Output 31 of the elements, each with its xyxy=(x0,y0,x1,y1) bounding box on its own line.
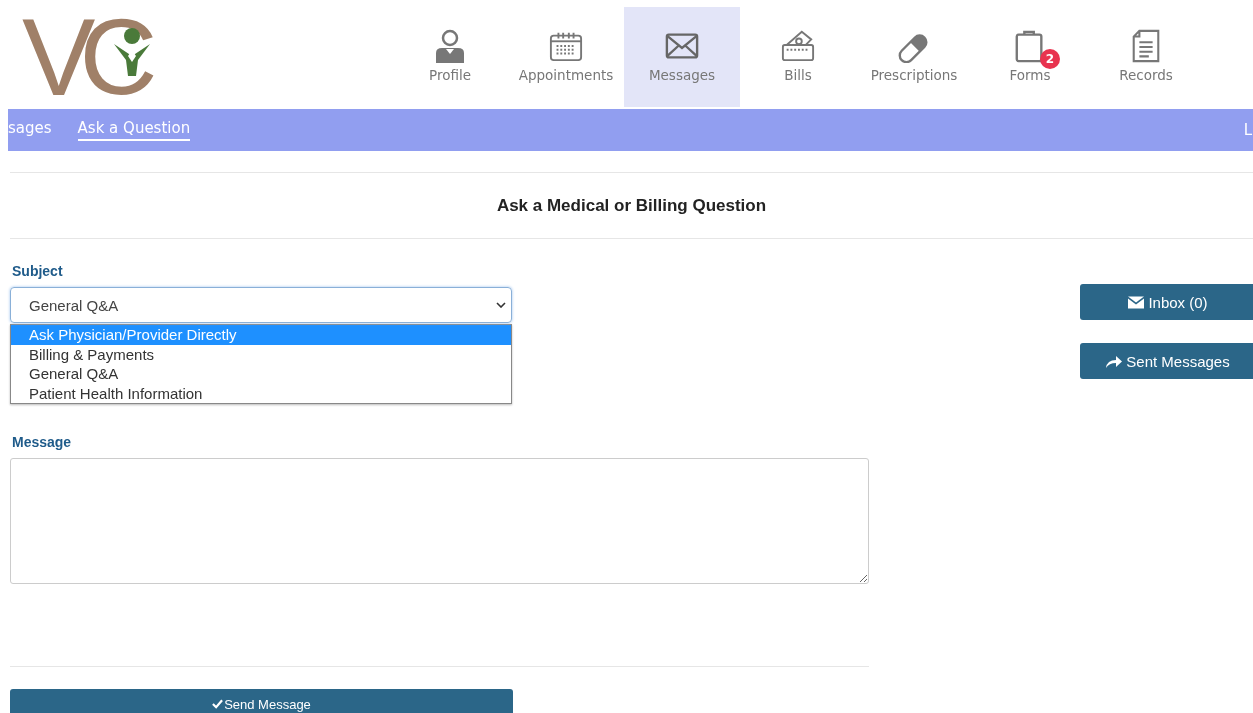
field-label: Subject xyxy=(12,263,63,279)
sub-nav-link[interactable]: sages xyxy=(8,119,52,141)
nav-tab[interactable]: Bills xyxy=(740,7,856,107)
field-label: Message xyxy=(12,434,72,450)
dropdown-option[interactable]: General Q&A xyxy=(11,364,511,384)
nav-tab[interactable]: Profile xyxy=(392,7,508,107)
nav-tab[interactable]: 2 Forms xyxy=(972,7,1088,107)
dropdown-option[interactable]: Patient Health Information xyxy=(11,383,511,403)
dropdown-option[interactable]: Billing & Payments xyxy=(11,344,511,364)
send-message-button[interactable]: Send Message xyxy=(10,689,513,713)
dropdown-option[interactable]: Ask Physician/Provider Directly xyxy=(11,325,511,345)
page-title: Ask a Medical or Billing Question xyxy=(495,194,768,217)
nav-tab[interactable]: Prescriptions xyxy=(856,7,972,107)
nav-tab[interactable]: Messages xyxy=(624,7,740,107)
nav-tab[interactable]: Records xyxy=(1088,7,1204,107)
nav-tab[interactable]: Appointments xyxy=(508,7,624,107)
chevron-icon xyxy=(496,302,506,308)
side-button[interactable]: Inbox (0) xyxy=(1080,284,1253,320)
subject-select[interactable]: General Q&A xyxy=(10,287,512,323)
person-icon xyxy=(433,29,467,63)
sub-nav-link[interactable]: L xyxy=(1243,121,1252,139)
figure-icon xyxy=(112,26,152,76)
sub-nav-link[interactable]: Ask a Question xyxy=(77,119,191,141)
side-button[interactable]: Sent Messages xyxy=(1080,343,1253,379)
logo: VC xyxy=(22,12,159,102)
share-icon xyxy=(1106,354,1123,368)
check-icon xyxy=(212,699,224,709)
wallet-icon xyxy=(781,29,815,63)
count-badge: 2 xyxy=(1040,49,1060,69)
envelope-icon xyxy=(1128,295,1145,309)
message-field[interactable] xyxy=(10,458,869,584)
